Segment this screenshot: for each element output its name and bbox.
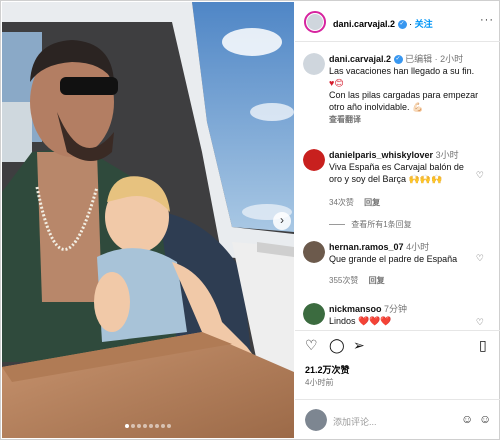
reply-button[interactable]: 回复 [364,198,380,207]
comment-time: 4小时 [406,242,430,252]
comment-username[interactable]: danielparis_whiskylover [329,150,433,160]
bookmark-icon[interactable]: ▯ [479,337,487,354]
emoji-icon[interactable]: ☺ [461,412,473,426]
comment-text: Que grande el padre de España [329,254,458,264]
caption-username[interactable]: dani.carvajal.2 [329,54,391,64]
post-side-panel: dani.carvajal.2 ✓ · 关注 ··· dani.carvajal… [295,2,500,439]
verified-icon: ✓ [393,55,403,65]
translate-link[interactable]: 查看翻译 [329,115,361,124]
comment-username[interactable]: nickmansoo [329,304,382,314]
carousel-dot [137,424,141,428]
caption-line2: Con las pilas cargadas para empezar [329,90,479,100]
author-username[interactable]: dani.carvajal.2 [333,19,395,29]
heart-icon[interactable]: ♡ [305,337,318,354]
more-icon[interactable]: ··· [480,14,494,26]
author-avatar[interactable] [303,53,325,75]
post-header: dani.carvajal.2 ✓ · 关注 ··· [295,2,500,42]
comment-like-icon[interactable]: ♡ [476,317,484,328]
comment-like-icon[interactable]: ♡ [476,253,484,264]
emoji-picker-icon[interactable]: ☺ [479,412,491,426]
chevron-right-icon: › [280,213,284,227]
view-replies-link[interactable]: 查看所有1条回复 [351,220,411,229]
carousel-dot [167,424,171,428]
follow-button[interactable]: 关注 [415,19,433,29]
carousel-dot [161,424,165,428]
post-actions: ♡ ◯ ➢ ▯ [295,330,500,360]
author-avatar[interactable] [304,11,326,33]
author-line: dani.carvajal.2 ✓ · 关注 [333,19,433,30]
reply-button[interactable]: 回复 [369,276,385,285]
comment-text: Viva España es Carvajal balón de oro y s… [329,162,464,184]
caption-line1: Las vacaciones han llegado a su fin. [329,66,475,76]
carousel-dots [2,420,294,430]
photo-illustration [2,2,294,438]
instagram-post-window: › dani.carvajal.2 ✓ · 关注 ··· dani.carvaj… [0,0,500,440]
share-icon[interactable]: ➢ [353,337,365,354]
comment-likes[interactable]: 34次赞 [329,198,354,207]
comment-username[interactable]: hernan.ramos_07 [329,242,404,252]
carousel-dot [125,424,129,428]
carousel-dot [155,424,159,428]
comment-likes[interactable]: 355次赞 [329,276,358,285]
comments-list: dani.carvajal.2 ✓ 已编辑 · 2小时 Las vacacion… [295,43,500,328]
comment-like-icon[interactable]: ♡ [476,170,484,181]
verified-icon: ✓ [397,20,407,30]
caption-line3: otro año inolvidable. 💪🏻 [329,102,424,112]
add-comment-bar: 添加评论... ☺ ☺ [295,399,500,439]
commenter-avatar[interactable] [303,241,325,263]
post-time: 4小时前 [305,378,334,387]
likes-count[interactable]: 21.2万次赞 [305,363,350,376]
commenter-avatar[interactable] [303,149,325,171]
carousel-dot [143,424,147,428]
caption-meta: 已编辑 · 2小时 [405,54,464,64]
comment-icon[interactable]: ◯ [329,337,345,354]
caption-emoji: ♥😊 [329,78,344,88]
next-image-button[interactable]: › [273,212,291,230]
carousel-dot [131,424,135,428]
comment-time: 3小时 [435,150,459,160]
replies-line [329,224,345,226]
commenter-avatar[interactable] [303,303,325,325]
add-comment-input[interactable]: 添加评论... [333,415,377,428]
current-user-avatar [305,409,327,431]
carousel-dot [149,424,153,428]
post-photo[interactable]: › [2,2,294,438]
comment-text: Lindos ❤️❤️❤️ [329,316,392,326]
comment-time: 7分钟 [384,304,408,314]
